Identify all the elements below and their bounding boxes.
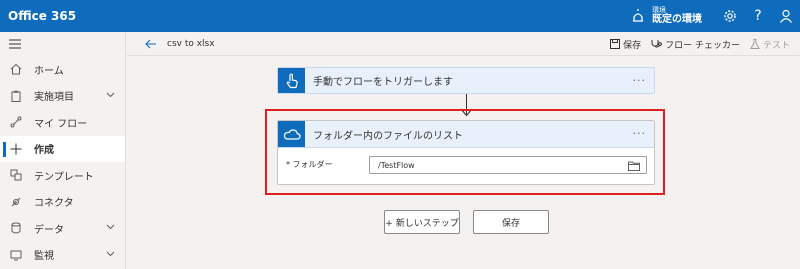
test-command-label: テスト (762, 40, 790, 51)
environment-icon (633, 9, 643, 22)
test-command[interactable]: テスト (750, 38, 790, 51)
command-bar: csv to xlsx 保存 フロー チェッカー テスト (127, 32, 800, 56)
person-icon (780, 9, 792, 23)
environment-label: 環境 (652, 6, 666, 14)
trigger-title: 手動でフローをトリガーします (313, 77, 453, 88)
flow-name: csv to xlsx (167, 38, 215, 49)
sidebar-item-label: テンプレート (34, 171, 94, 183)
more-options-icon[interactable]: ··· (633, 74, 647, 87)
touch-icon (278, 68, 305, 93)
sidebar-item-create[interactable]: 作成 (0, 135, 125, 162)
flask-icon (750, 39, 760, 49)
arrow-left-icon (145, 39, 156, 48)
folder-field-label: * フォルダー (286, 160, 333, 169)
sidebar-item-label: 実施項目 (34, 92, 74, 104)
sidebar-item-monitor[interactable]: 監視 (0, 242, 125, 269)
help-button[interactable]: ? (744, 0, 772, 32)
flow-checker-command[interactable]: フロー チェッカー (651, 38, 740, 51)
sidebar-item-label: データ (34, 224, 64, 236)
hamburger-icon (9, 39, 21, 49)
flow-icon (9, 115, 23, 129)
save-button[interactable]: 保存 (473, 210, 549, 234)
action-title: フォルダー内のファイルのリスト (313, 130, 463, 142)
plus-icon (9, 142, 23, 156)
sidebar-item-templates[interactable]: テンプレート (0, 162, 125, 189)
trigger-card[interactable]: 手動でフローをトリガーします ··· (277, 67, 655, 94)
folder-icon[interactable] (628, 160, 640, 171)
sidebar-item-label: ホーム (34, 65, 64, 77)
action-card: フォルダー内のファイルのリスト ··· * フォルダー /TestFlow (277, 120, 655, 185)
sidebar-item-data[interactable]: データ (0, 215, 125, 242)
flow-checker-label: フロー チェッカー (665, 40, 740, 51)
sidebar-item-action-items[interactable]: 実施項目 (0, 83, 125, 110)
action-card-header[interactable]: フォルダー内のファイルのリスト ··· (278, 121, 654, 148)
sidebar-item-label: 監視 (34, 251, 54, 263)
sidebar-item-my-flows[interactable]: マイ フロー (0, 109, 125, 136)
stethoscope-icon (651, 39, 663, 49)
save-icon (610, 39, 621, 49)
folder-field-row: * フォルダー /TestFlow (278, 155, 654, 175)
gear-icon (724, 10, 736, 22)
connector-icon (9, 195, 23, 209)
sidebar: ホーム 実施項目 マイ フロー 作成 テンプレート コネクタ データ 監視 (0, 32, 126, 269)
folder-input-value: /TestFlow (378, 160, 415, 170)
environment-name: 既定の環境 (652, 14, 702, 25)
account-button[interactable] (772, 0, 800, 32)
monitor-icon (9, 248, 23, 262)
save-command[interactable]: 保存 (610, 38, 641, 51)
environment-picker[interactable]: 環境 既定の環境 (630, 7, 702, 25)
top-bar: Office 365 環境 既定の環境 ? (0, 0, 800, 32)
database-icon (9, 221, 23, 235)
new-step-button[interactable]: + 新しいステップ (384, 210, 460, 234)
sidebar-item-label: マイ フロー (34, 118, 88, 130)
menu-toggle[interactable] (0, 32, 125, 56)
clipboard-icon (9, 89, 23, 103)
folder-input[interactable]: /TestFlow (369, 156, 647, 174)
sidebar-item-home[interactable]: ホーム (0, 56, 125, 83)
settings-button[interactable] (716, 0, 744, 32)
question-icon: ? (754, 8, 762, 24)
save-command-label: 保存 (623, 40, 642, 51)
home-icon (9, 62, 23, 76)
sidebar-item-label: コネクタ (34, 198, 74, 210)
chevron-down-icon[interactable] (106, 224, 115, 230)
app-title[interactable]: Office 365 (0, 9, 76, 23)
top-bar-right: 環境 既定の環境 ? (630, 0, 800, 32)
sidebar-item-connectors[interactable]: コネクタ (0, 189, 125, 216)
onedrive-icon (278, 121, 305, 147)
sidebar-item-label: 作成 (34, 145, 54, 157)
chevron-down-icon[interactable] (106, 251, 115, 257)
templates-icon (9, 168, 23, 182)
back-button[interactable] (145, 37, 159, 51)
chevron-down-icon[interactable] (106, 92, 115, 98)
more-options-icon[interactable]: ··· (633, 127, 647, 140)
main-canvas: csv to xlsx 保存 フロー チェッカー テスト 手動でフローをトリガー… (127, 32, 800, 269)
